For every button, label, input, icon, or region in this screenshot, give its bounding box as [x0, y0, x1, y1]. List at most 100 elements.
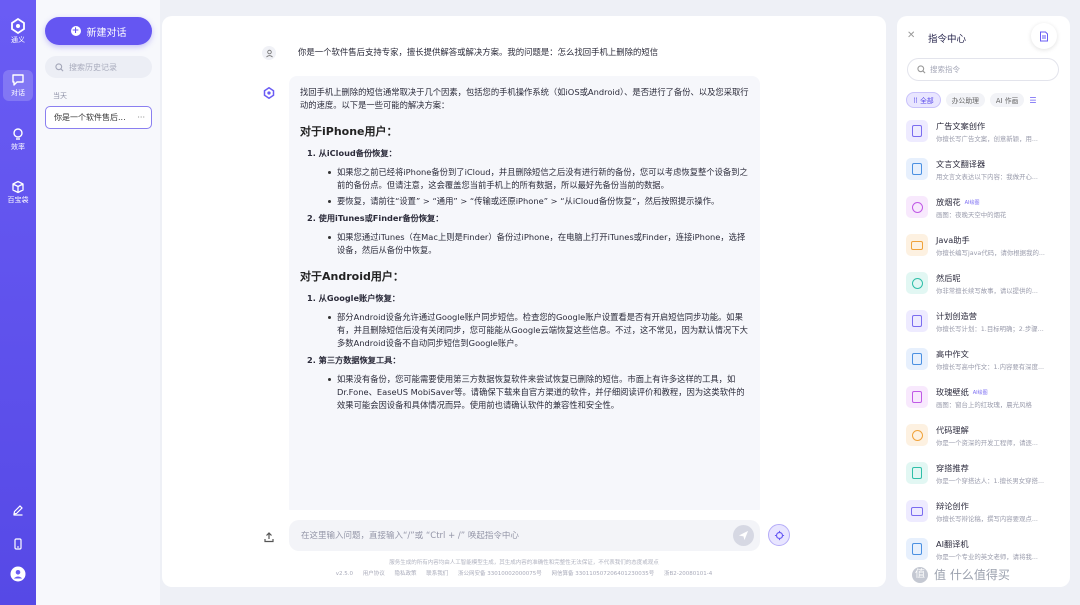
watermark: 值 值 什么值得买: [912, 566, 1010, 583]
command-name: 玫瑰壁纸 AI绘图: [936, 386, 988, 398]
my-commands-button[interactable]: [1031, 23, 1057, 49]
answer-section-heading: 对于Android用户：: [300, 270, 404, 283]
chat-scroll-area[interactable]: 你是一个软件售后支持专家，擅长提供解答或解决方案。我的问题是：怎么找回手机上删除…: [162, 16, 886, 510]
history-search-box[interactable]: [45, 56, 152, 78]
user-agreement-link[interactable]: 用户协议: [363, 571, 385, 577]
command-name: Java助手: [936, 235, 970, 245]
command-item[interactable]: 辩论创作 你擅长写辩论稿，撰写内容要观点...: [903, 495, 1068, 533]
command-desc: 你擅长写高中作文：1.内容要有深度...: [936, 363, 1045, 371]
command-desc: 画图：夜晚天空中的烟花: [936, 211, 1007, 219]
assistant-answer-card: 找回手机上删除的短信通常取决于几个因素，包括您的手机操作系统（如iOS或Andr…: [289, 76, 760, 510]
more-options-icon[interactable]: ···: [137, 107, 145, 128]
command-desc: 你擅长写计划：1.目标明确；2.步骤...: [936, 325, 1044, 333]
history-item-title: 你是一个软件售后...: [54, 113, 126, 122]
user-icon: [10, 566, 26, 582]
search-icon: [55, 62, 64, 71]
command-item[interactable]: 高中作文你擅长写高中作文：1.内容要有深度...: [903, 343, 1068, 381]
answer-bullet: 部分Android设备允许通过Google账户同步短信。检查您的Google账户…: [328, 312, 748, 348]
lightbulb-icon: [13, 128, 23, 140]
rail-item-efficiency[interactable]: 效率: [0, 127, 36, 152]
search-icon: [917, 65, 926, 74]
rail-edit-button[interactable]: [0, 504, 36, 518]
answer-bullet: 如果您之前已经将iPhone备份到了iCloud，并且删除短信之后没有进行新的备…: [328, 167, 748, 190]
brand-logo[interactable]: 通义: [0, 18, 36, 45]
new-chat-button[interactable]: + 新建对话: [45, 17, 152, 45]
privacy-policy-link[interactable]: 隐私政策: [395, 571, 417, 577]
command-item[interactable]: 计划创造营你擅长写计划：1.目标明确；2.步骤...: [903, 305, 1068, 343]
icp-record-link[interactable]: 浙B2-20080101-4: [664, 571, 712, 577]
code-icon: [906, 234, 928, 256]
plus-icon: +: [70, 26, 81, 36]
rail-item-chat[interactable]: 对话: [3, 70, 33, 101]
command-name: 计划创造营: [936, 311, 977, 321]
command-item[interactable]: 玫瑰壁纸 AI绘图画图：窗台上的红玫瑰，晨光风格: [903, 381, 1068, 419]
history-group-label: 当天: [53, 92, 67, 100]
command-search-box[interactable]: [907, 58, 1059, 81]
send-button[interactable]: [733, 525, 754, 546]
watermark-text: 值 什么值得买: [934, 568, 1010, 582]
command-search-input[interactable]: [930, 65, 1040, 74]
magic-wand-icon: [774, 530, 784, 540]
command-list: 广告文案创作 你擅长写广告文案，创意新颖，用... 文言文翻译器用文言文表达以下内…: [903, 115, 1068, 571]
command-name: 然后呢: [936, 273, 961, 283]
user-avatar: [262, 46, 276, 60]
command-desc: 用文言文表达以下内容：我做开心...: [936, 173, 1038, 181]
command-desc: 你是一个资深的开发工程师，请逐...: [936, 439, 1038, 447]
answer-bullet-list: 如果您通过iTunes（在Mac上则是Finder）备份过iPhone，在电脑上…: [328, 231, 749, 257]
answer-bullet: 要恢复，请前往“设置” > “通用” > “传输或还原iPhone” > “从i…: [328, 195, 749, 208]
ai-drawing-badge: AI绘图: [964, 200, 980, 206]
tongyi-logo-icon: [11, 18, 25, 34]
image-icon: [906, 196, 928, 218]
command-name: 高中作文: [936, 349, 969, 359]
command-item[interactable]: 代码理解你是一个资深的开发工程师，请逐...: [903, 419, 1068, 457]
shirt-icon: [906, 462, 928, 484]
rail-mobile-button[interactable]: [0, 538, 36, 552]
tab-all[interactable]: ⠿ 全部: [906, 92, 941, 108]
command-center-title: 指令中心: [928, 34, 967, 45]
history-sidebar: + 新建对话 当天 你是一个软件售后... ···: [36, 0, 160, 605]
chat-input[interactable]: [301, 530, 721, 541]
command-name: AI翻译机: [936, 539, 969, 549]
upload-button[interactable]: [263, 528, 277, 543]
command-center-panel: ✕ 指令中心 ⠿ 全部 办公助理 AI 作画 ☰ 广告文案创作你擅长写广告文案，…: [897, 16, 1070, 587]
tab-office-assistant[interactable]: 办公助理: [945, 93, 985, 107]
contact-us-link[interactable]: 联系我们: [426, 571, 448, 577]
command-item[interactable]: 文言文翻译器用文言文表达以下内容：我做开心...: [903, 153, 1068, 191]
police-record-link[interactable]: 浙公网安备 33010002000075号: [458, 571, 542, 577]
user-avatar-icon: [265, 49, 273, 57]
tab-ai-drawing[interactable]: AI 作画: [989, 93, 1025, 107]
chat-main-panel: 你是一个软件售后支持专家，擅长提供解答或解决方案。我的问题是：怎么找回手机上删除…: [162, 16, 886, 587]
tab-label: 全部: [920, 97, 934, 105]
cube-icon: [12, 180, 24, 194]
command-item[interactable]: 广告文案创作 你擅长写广告文案，创意新颖，用...: [903, 115, 1068, 153]
document-icon: [906, 310, 928, 332]
command-desc: 你擅长写广告文案，创意新颖，用...: [936, 135, 1038, 143]
answer-bullet-list: 如果没有备份，您可能需要使用第三方数据恢复软件来尝试恢复已删除的短信。市面上有许…: [328, 373, 749, 412]
user-question-text: 你是一个软件售后支持专家，擅长提供解答或解决方案。我的问题是：怎么找回手机上删除…: [298, 47, 659, 57]
answer-intro: 找回手机上删除的短信通常取决于几个因素，包括您的手机操作系统（如iOS或Andr…: [300, 87, 749, 110]
command-name: 文言文翻译器: [936, 159, 986, 169]
command-item[interactable]: 然后呢 你非常擅长续写故事，请以提供的...: [903, 267, 1068, 305]
command-center-toggle[interactable]: [768, 524, 790, 546]
rail-item-label: 效率: [11, 143, 25, 151]
tongyi-logo-icon: [263, 87, 275, 99]
answer-step-title: 1. 从iCloud备份恢复：: [307, 148, 397, 158]
answer-step-title: 2. 使用iTunes或Finder备份恢复：: [307, 213, 444, 223]
command-item[interactable]: Java助手 你擅长编写java代码，请你根据我的...: [903, 229, 1068, 267]
command-desc: 你擅长写辩论稿，撰写内容要观点...: [936, 515, 1038, 523]
left-nav-rail: 通义 对话 效率 百宝袋: [0, 0, 36, 605]
command-name: 代码理解: [936, 425, 969, 435]
command-item[interactable]: 穿搭推荐 你是一个穿搭达人：1.擅长男女穿搭...: [903, 457, 1068, 495]
rail-user-button[interactable]: [0, 566, 36, 584]
document-icon: [1040, 31, 1048, 41]
command-desc: 画图：窗台上的红玫瑰，晨光风格: [936, 401, 1032, 409]
tabs-more-icon[interactable]: ☰: [1029, 96, 1036, 105]
history-search-input[interactable]: [69, 62, 149, 72]
new-chat-label: 新建对话: [86, 27, 127, 39]
history-item[interactable]: 你是一个软件售后... ···: [45, 106, 152, 129]
command-item[interactable]: 放烟花 AI绘图 画图：夜晚天空中的烟花: [903, 191, 1068, 229]
close-icon[interactable]: ✕: [907, 30, 915, 41]
chat-input-bar[interactable]: [289, 520, 760, 551]
rail-item-toolbox[interactable]: 百宝袋: [0, 180, 36, 205]
upload-icon: [264, 532, 274, 543]
